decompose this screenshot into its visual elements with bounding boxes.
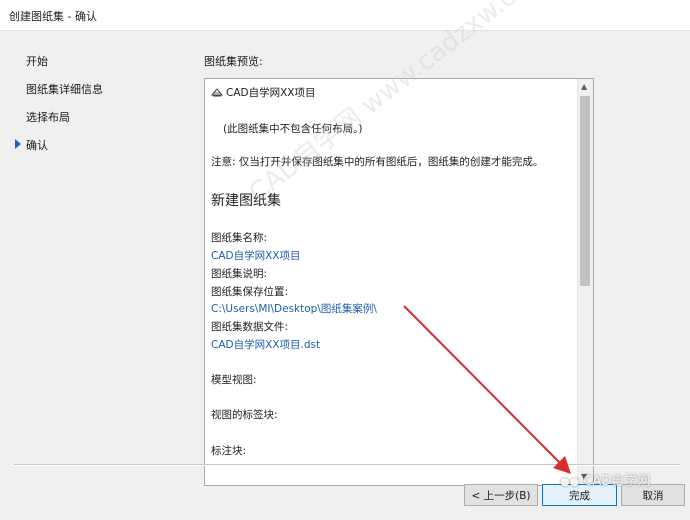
window-title: 创建图纸集 - 确认 [9,10,97,23]
back-button[interactable]: < 上一步(B) [464,484,538,506]
name-value: CAD自学网XX项目 [211,250,301,262]
dialog-body: 开始 图纸集详细信息 选择布局 确认 图纸集预览: CAD自学网XX项目 (此图… [0,31,690,520]
nav-item-confirm[interactable]: 确认 [26,137,48,153]
nav-item-choose-layouts[interactable]: 选择布局 [26,109,70,125]
new-sheet-set-heading: 新建图纸集 [211,193,281,209]
warning-note: 注意: 仅当打开并保存图纸集中的所有图纸后，图纸集的创建才能完成。 [211,156,544,168]
no-layouts-note: (此图纸集中不包含任何布局。) [223,123,363,135]
name-label: 图纸集名称: [211,232,268,244]
preview-label: 图纸集预览: [204,55,263,68]
sheet-set-icon [211,88,223,97]
footer-separator [14,464,680,466]
scroll-up-icon[interactable]: ▲ [581,82,587,92]
finish-button[interactable]: 完成 [542,484,617,506]
description-label: 图纸集说明: [211,268,268,280]
location-value: C:\Users\MI\Desktop\图纸集案例\ [211,303,377,315]
nav-item-sheet-set-details[interactable]: 图纸集详细信息 [26,81,103,97]
nav-item-start[interactable]: 开始 [26,53,48,69]
sheet-set-root-name: CAD自学网XX项目 [226,87,316,99]
current-step-arrow-icon [15,139,21,149]
scroll-thumb[interactable] [580,96,590,286]
data-file-label: 图纸集数据文件: [211,321,289,333]
cancel-button[interactable]: 取消 [621,484,685,506]
preview-panel[interactable]: CAD自学网XX项目 (此图纸集中不包含任何布局。) 注意: 仅当打开并保存图纸… [204,78,594,486]
sheet-set-root-item: CAD自学网XX项目 [211,85,316,100]
location-label: 图纸集保存位置: [211,286,289,298]
title-bar: 创建图纸集 - 确认 [0,0,690,31]
data-file-value: CAD自学网XX项目.dst [211,339,321,351]
preview-scrollbar[interactable]: ▲ ▼ [577,79,593,485]
model-view-label: 模型视图: [211,374,257,386]
wizard-nav: 开始 图纸集详细信息 选择布局 确认 [0,31,190,451]
callout-block-label: 标注块: [211,445,247,457]
preview-content: CAD自学网XX项目 (此图纸集中不包含任何布局。) 注意: 仅当打开并保存图纸… [205,79,577,485]
view-label-block-label: 视图的标签块: [211,409,278,421]
scroll-down-icon[interactable]: ▼ [581,472,587,482]
